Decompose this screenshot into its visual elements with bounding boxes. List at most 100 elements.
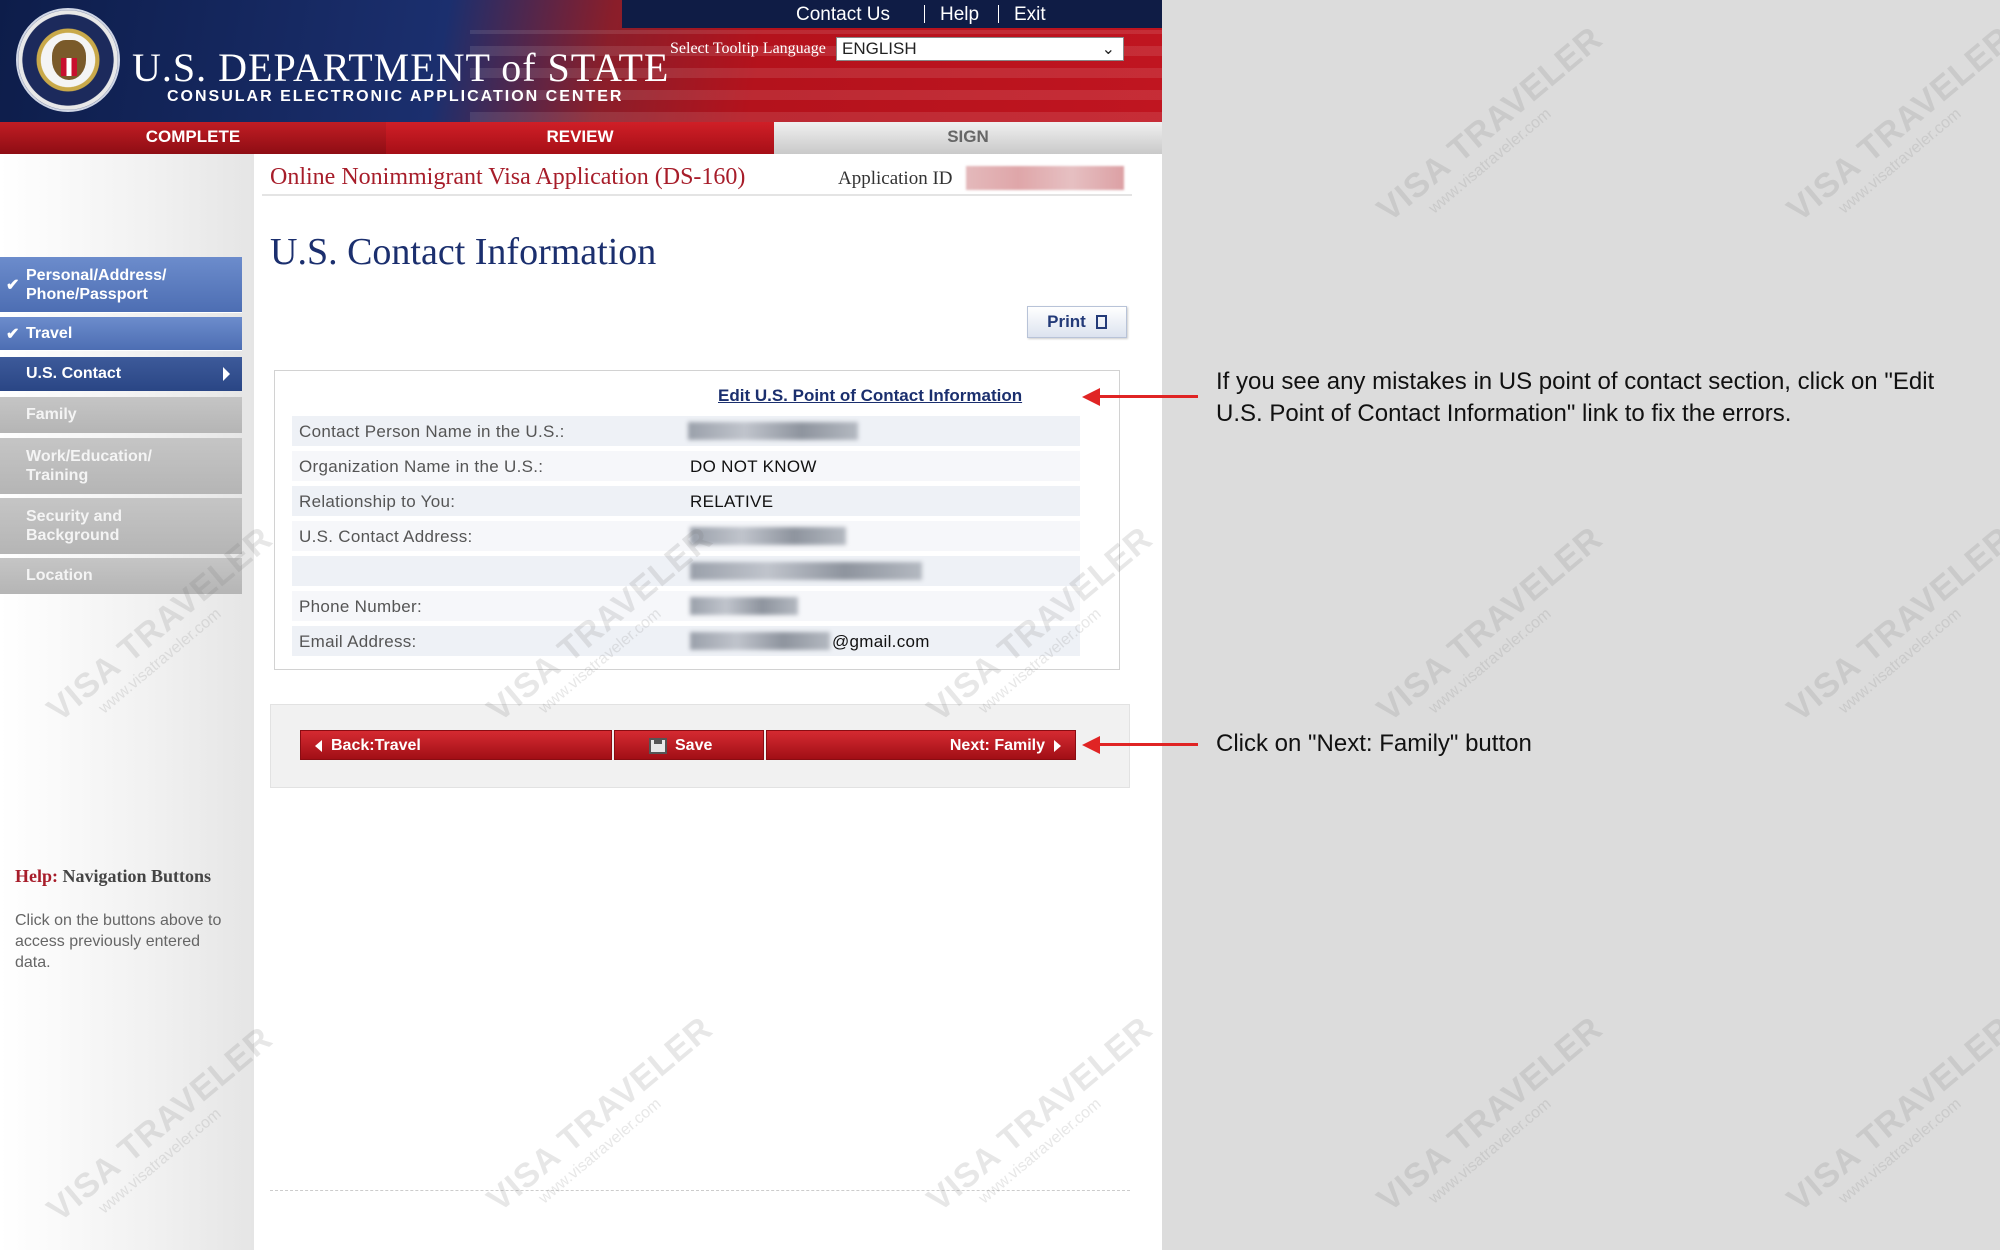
sidebar-item-label: Work/Education/ Training — [26, 448, 152, 484]
department-title: U.S. DEPARTMENT of STATE — [132, 45, 670, 90]
email-user-redacted — [690, 632, 830, 650]
table-row: Organization Name in the U.S.: DO NOT KN… — [292, 451, 1080, 481]
edit-link-annotation: If you see any mistakes in US point of c… — [1216, 368, 1935, 427]
watermark-site: www.visatraveler.com — [1425, 1095, 1555, 1208]
title-divider — [262, 194, 1132, 196]
watermark-brand: VISA TRAVELER — [1780, 1009, 2000, 1220]
sidebar-item-work-education: Work/Education/ Training — [0, 438, 242, 494]
help-heading: Help: Navigation Buttons — [15, 866, 211, 887]
table-row: U.S. Contact Address: — [292, 521, 1080, 551]
email-domain: @gmail.com — [832, 632, 930, 651]
sidebar-item-personal[interactable]: ✔ Personal/Address/ Phone/Passport — [0, 257, 242, 313]
next-button-annotation: Click on "Next: Family" button — [1216, 730, 1532, 757]
sidebar-item-location: Location — [0, 558, 242, 594]
sidebar-item-security: Security and Background — [0, 498, 242, 554]
email-label: Email Address: — [299, 632, 417, 651]
watermark-brand: VISA TRAVELER — [1370, 19, 1610, 230]
form-title: Online Nonimmigrant Visa Application (DS… — [270, 164, 746, 190]
watermark-site: www.visatraveler.com — [1425, 105, 1555, 218]
edit-link-pointer-line — [1100, 395, 1198, 398]
floppy-disk-icon — [649, 738, 667, 754]
table-row: Email Address: @gmail.com — [292, 626, 1080, 656]
relationship-label: Relationship to You: — [299, 492, 456, 511]
tab-review-label: REVIEW — [546, 127, 614, 146]
watermark: VISA TRAVELERwww.visatraveler.com — [1780, 519, 2000, 743]
progress-tabs: COMPLETE REVIEW SIGN — [0, 122, 1162, 154]
tab-review[interactable]: REVIEW — [386, 122, 800, 154]
contact-person-redacted — [688, 422, 858, 440]
watermark-site: www.visatraveler.com — [1835, 105, 1965, 218]
watermark: VISA TRAVELERwww.visatraveler.com — [1370, 19, 1622, 243]
checkmark-icon: ✔ — [6, 276, 20, 294]
watermark-site: www.visatraveler.com — [1835, 605, 1965, 718]
sidebar-item-travel[interactable]: ✔ Travel — [0, 317, 242, 351]
help-link[interactable]: Help — [940, 4, 979, 26]
page-bottom-divider — [270, 1190, 1130, 1191]
edit-us-contact-link[interactable]: Edit U.S. Point of Contact Information — [718, 386, 1022, 406]
relationship-value: RELATIVE — [690, 492, 774, 511]
sidebar-item-label: Travel — [26, 324, 73, 342]
watermark: VISA TRAVELERwww.visatraveler.com — [1780, 1009, 2000, 1233]
help-title: Navigation Buttons — [62, 866, 212, 886]
arrow-left-icon — [1082, 736, 1100, 754]
help-prefix: Help: — [15, 866, 58, 886]
arrow-right-icon — [1054, 740, 1061, 752]
watermark-brand: VISA TRAVELER — [1370, 519, 1610, 730]
watermark: VISA TRAVELERwww.visatraveler.com — [1370, 1009, 1622, 1233]
tooltip-language-label: Select Tooltip Language — [670, 40, 826, 57]
arrow-left-icon — [1082, 388, 1100, 406]
organization-value: DO NOT KNOW — [690, 457, 817, 476]
tab-complete[interactable]: COMPLETE — [0, 122, 386, 154]
organization-label: Organization Name in the U.S.: — [299, 457, 544, 476]
sidebar-item-family: Family — [0, 397, 242, 433]
chevron-right-icon — [223, 367, 230, 381]
watermark: VISA TRAVELERwww.visatraveler.com — [1370, 519, 1622, 743]
table-row: Phone Number: — [292, 591, 1080, 621]
watermark: VISA TRAVELERwww.visatraveler.com — [1780, 19, 2000, 243]
watermark-brand: VISA TRAVELER — [1780, 19, 2000, 230]
print-label: Print — [1047, 312, 1086, 331]
contact-review-panel — [274, 370, 1120, 670]
sidebar-item-label: Security and Background — [26, 508, 123, 544]
arrow-left-icon — [315, 740, 322, 752]
page-title: U.S. Contact Information — [270, 231, 657, 273]
sidebar-item-label: Family — [26, 406, 77, 423]
sidebar-item-us-contact[interactable]: U.S. Contact — [0, 357, 242, 391]
tooltip-language-select[interactable]: ENGLISH ⌄ — [836, 37, 1124, 61]
application-id-label: Application ID — [838, 168, 953, 189]
exit-link[interactable]: Exit — [1014, 4, 1046, 26]
table-row: Relationship to You: RELATIVE — [292, 486, 1080, 516]
address-line1-redacted — [690, 527, 846, 545]
top-nav-divider — [924, 5, 925, 23]
next-button-label: Next: Family — [949, 737, 1045, 754]
contact-us-link[interactable]: Contact Us — [796, 4, 890, 26]
watermark-brand: VISA TRAVELER — [1370, 1009, 1610, 1220]
document-icon — [1095, 315, 1107, 329]
chevron-down-icon: ⌄ — [1101, 41, 1115, 58]
contact-person-label: Contact Person Name in the U.S.: — [299, 422, 565, 441]
watermark-site: www.visatraveler.com — [1835, 1095, 1965, 1208]
next-family-button[interactable]: Next: Family — [766, 730, 1076, 760]
department-subtitle: CONSULAR ELECTRONIC APPLICATION CENTER — [167, 88, 624, 105]
state-department-seal-icon — [16, 8, 120, 112]
save-button[interactable]: Save — [614, 730, 764, 760]
back-travel-button[interactable]: Back:Travel — [300, 730, 612, 760]
section-sidebar: ✔ Personal/Address/ Phone/Passport ✔ Tra… — [0, 154, 254, 1250]
address-label: U.S. Contact Address: — [299, 527, 473, 546]
address-line2-redacted — [690, 562, 922, 580]
print-button[interactable]: Print — [1027, 306, 1127, 338]
application-id-redacted — [966, 166, 1124, 190]
next-button-pointer-line — [1100, 743, 1198, 746]
top-nav-bar: Contact Us Help Exit — [622, 0, 1162, 28]
help-text: Click on the buttons above to access pre… — [15, 912, 222, 971]
ds160-app-panel: Contact Us Help Exit U.S. DEPARTMENT of … — [0, 0, 1162, 1250]
sidebar-item-label: Personal/Address/ Phone/Passport — [26, 266, 167, 303]
phone-label: Phone Number: — [299, 597, 422, 616]
site-header: Contact Us Help Exit U.S. DEPARTMENT of … — [0, 0, 1162, 122]
back-button-label: Back:Travel — [331, 737, 421, 754]
checkmark-icon: ✔ — [6, 325, 20, 343]
top-nav-divider — [998, 5, 999, 23]
table-row — [292, 556, 1080, 586]
shield-icon — [61, 58, 77, 76]
phone-redacted — [690, 597, 798, 615]
